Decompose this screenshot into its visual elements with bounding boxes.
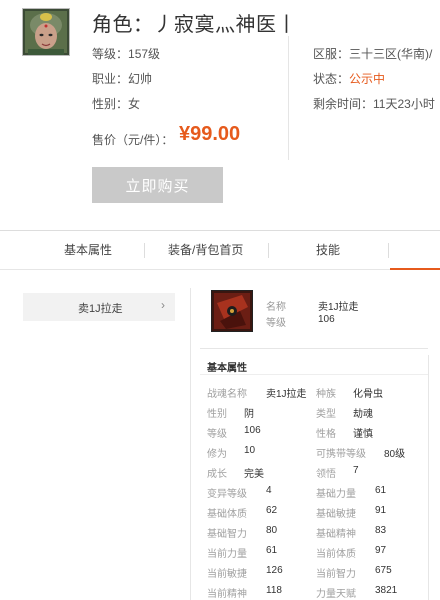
sidebar-item-label: 卖1J拉走 [78, 303, 123, 315]
attr-label: 成长 [207, 469, 227, 480]
section-title: 基本属性 [207, 363, 247, 374]
header-divider [288, 36, 289, 160]
remaining-time-info: 剩余时间：11天23小时 [313, 97, 435, 111]
pet-name-label: 名称 [266, 302, 286, 313]
price-label: 售价（元/件）： [92, 133, 174, 147]
attr-value: 4 [266, 485, 272, 496]
attr-value: 80 [266, 525, 278, 536]
attr-value: 阴 [244, 409, 254, 420]
attr-value: 谨慎 [353, 429, 373, 440]
pet-level-label: 等级 [266, 318, 286, 329]
attr-value: 106 [244, 425, 261, 436]
attr-value: 80级 [384, 449, 406, 460]
attr-value: 118 [266, 585, 282, 596]
attr-label: 变异等级 [207, 489, 247, 500]
chevron-right-icon: › [161, 298, 165, 312]
page-title: 角色：丿寂寞灬神医丨 [92, 14, 297, 36]
attr-value: 62 [266, 505, 278, 516]
attr-label: 等级 [207, 429, 227, 440]
attr-label: 类型 [316, 409, 336, 420]
attr-value: 83 [375, 525, 387, 536]
tab-separator [388, 243, 389, 258]
attr-label: 当前敏捷 [207, 569, 247, 580]
attr-value: 卖1J拉走 [266, 389, 307, 400]
tab-equipment-bag[interactable]: 装备/背包首页 [168, 231, 243, 270]
gender-info: 性别：女 [92, 97, 141, 111]
tab-basic-attributes[interactable]: 基本属性 [64, 231, 112, 270]
tab-separator [268, 243, 269, 258]
attr-label: 基础精神 [316, 529, 356, 540]
pet-name-value: 卖1J拉走 [318, 302, 359, 313]
attr-label: 基础体质 [207, 509, 247, 520]
tab-separator [144, 243, 145, 258]
attr-label: 领悟 [316, 469, 336, 480]
attr-value: 完美 [244, 469, 264, 480]
character-avatar [22, 8, 70, 56]
buy-now-button[interactable]: 立即购买 [92, 167, 223, 203]
attr-label: 修为 [207, 449, 227, 460]
attr-label: 力量天赋 [316, 589, 356, 600]
pet-icon [211, 290, 253, 332]
tab-skills[interactable]: 技能 [316, 231, 340, 270]
attr-value: 126 [266, 565, 283, 576]
attr-label: 种族 [316, 389, 336, 400]
section-divider [200, 374, 428, 375]
pet-level-value: 106 [318, 314, 335, 325]
attr-label: 基础智力 [207, 529, 247, 540]
status-info: 状态：公示中 [313, 72, 386, 86]
attr-value: 劫魂 [353, 409, 373, 420]
tab-bar: 基本属性 装备/背包首页 技能 [0, 230, 440, 270]
active-tab-indicator [390, 268, 440, 270]
status-badge: 公示中 [349, 72, 386, 86]
attr-value: 61 [266, 545, 278, 556]
attr-value: 97 [375, 545, 387, 556]
attr-label: 基础力量 [316, 489, 356, 500]
card-divider [200, 348, 428, 349]
attr-value: 10 [244, 445, 256, 456]
attr-value: 675 [375, 565, 392, 576]
attr-label: 当前体质 [316, 549, 356, 560]
attr-label: 当前力量 [207, 549, 247, 560]
attr-label: 基础敏捷 [316, 509, 356, 520]
panel-divider [190, 288, 191, 600]
attr-value: 7 [353, 465, 359, 476]
attr-value: 61 [375, 485, 387, 496]
class-info: 职业：幻帅 [92, 72, 153, 86]
attr-label: 可携带等级 [316, 449, 366, 460]
attr-value: 3821 [375, 585, 398, 596]
price-value: ¥99.00 [179, 123, 241, 145]
attr-value: 化骨虫 [353, 389, 383, 400]
sidebar-item-pet[interactable]: 卖1J拉走 › [23, 293, 175, 321]
attr-label: 当前智力 [316, 569, 356, 580]
panel-divider [428, 355, 429, 600]
attr-label: 当前精神 [207, 589, 247, 600]
attr-value: 91 [375, 505, 387, 516]
attr-label: 性别 [207, 409, 227, 420]
attr-label: 性格 [316, 429, 336, 440]
level-info: 等级：157级 [92, 47, 161, 61]
server-info: 区服：三十三区(华南)/ [313, 47, 433, 61]
attr-label: 战魂名称 [207, 389, 247, 400]
